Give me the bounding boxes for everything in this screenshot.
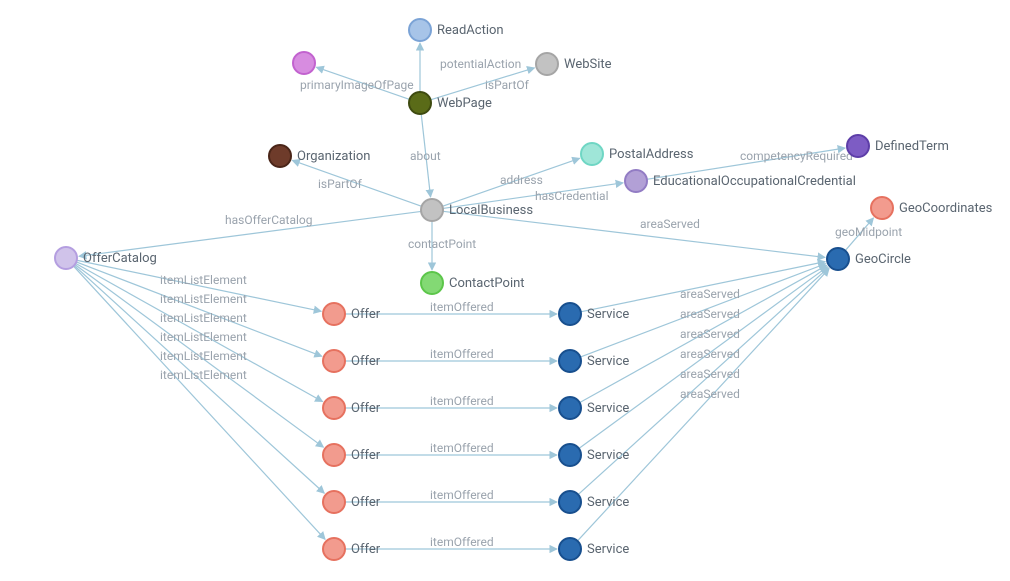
node-label-Offer1: Offer	[351, 307, 381, 322]
node-GeoCoordinates[interactable]	[871, 197, 893, 219]
edge-itemListElement	[73, 266, 325, 539]
edge-label: isPartOf	[485, 78, 530, 92]
node-label-OfferCatalog: OfferCatalog	[83, 251, 157, 266]
node-label-Service5: Service	[587, 495, 629, 510]
edge-label: hasCredential	[535, 189, 609, 203]
node-label-Service1: Service	[587, 307, 629, 322]
edge-label: itemOffered	[430, 300, 494, 314]
node-label-Offer3: Offer	[351, 401, 381, 416]
node-label-Service6: Service	[587, 542, 629, 557]
edge-label: address	[500, 173, 543, 187]
edge-label: isPartOf	[318, 177, 363, 191]
edge-label: areaServed	[640, 217, 700, 231]
node-EduCred[interactable]	[625, 170, 647, 192]
edge-label: areaServed	[680, 387, 740, 401]
edge-label: itemListElement	[160, 349, 247, 363]
node-Service1[interactable]	[559, 303, 581, 325]
node-Service5[interactable]	[559, 491, 581, 513]
node-label-GeoCoordinates: GeoCoordinates	[899, 201, 993, 216]
edge-label: about	[410, 149, 441, 163]
node-DefinedTerm[interactable]	[847, 135, 869, 157]
node-label-DefinedTerm: DefinedTerm	[875, 139, 949, 154]
edge-label: hasOfferCatalog	[225, 213, 313, 227]
edge-label: areaServed	[680, 367, 740, 381]
node-Service4[interactable]	[559, 444, 581, 466]
node-ContactPoint[interactable]	[421, 272, 443, 294]
node-label-PostalAddress: PostalAddress	[609, 147, 694, 162]
edge-label: primaryImageOfPage	[300, 78, 414, 92]
edge-label: itemListElement	[160, 368, 247, 382]
node-Service6[interactable]	[559, 538, 581, 560]
node-PostalAddress[interactable]	[581, 143, 603, 165]
edge-areaServed	[443, 211, 825, 257]
edge-label: itemListElement	[160, 330, 247, 344]
node-Offer2[interactable]	[323, 350, 345, 372]
node-Service2[interactable]	[559, 350, 581, 372]
node-label-Offer2: Offer	[351, 354, 381, 369]
node-Organization[interactable]	[269, 145, 291, 167]
edge-label: itemOffered	[430, 535, 494, 549]
node-label-ContactPoint: ContactPoint	[449, 276, 525, 291]
node-primaryImage[interactable]	[293, 52, 315, 74]
node-Service3[interactable]	[559, 397, 581, 419]
node-ReadAction[interactable]	[409, 19, 431, 41]
edge-label: areaServed	[680, 307, 740, 321]
edge-label: itemOffered	[430, 441, 494, 455]
edge-label: itemListElement	[160, 292, 247, 306]
node-Offer6[interactable]	[323, 538, 345, 560]
node-Offer4[interactable]	[323, 444, 345, 466]
node-label-Offer4: Offer	[351, 448, 381, 463]
node-label-Offer5: Offer	[351, 495, 381, 510]
node-label-ReadAction: ReadAction	[437, 23, 504, 38]
edge-label: areaServed	[680, 327, 740, 341]
edge-label: itemOffered	[430, 347, 494, 361]
node-label-GeoCircle: GeoCircle	[855, 252, 911, 267]
node-LocalBusiness[interactable]	[421, 199, 443, 221]
node-label-Organization: Organization	[297, 149, 370, 164]
node-Offer1[interactable]	[323, 303, 345, 325]
node-label-Service3: Service	[587, 401, 629, 416]
graph-canvas[interactable]: potentialAction primaryImageOfPage isPartO…	[0, 0, 1010, 581]
node-WebPage[interactable]	[409, 92, 431, 114]
edge-label: contactPoint	[408, 237, 476, 251]
node-label-Offer6: Offer	[351, 542, 381, 557]
edge-label: areaServed	[680, 287, 740, 301]
edge-label: itemOffered	[430, 394, 494, 408]
edge-label: potentialAction	[440, 57, 521, 71]
node-Offer5[interactable]	[323, 491, 345, 513]
node-label-Service4: Service	[587, 448, 629, 463]
node-label-WebPage: WebPage	[437, 96, 492, 111]
edge-label: itemOffered	[430, 488, 494, 502]
node-label-LocalBusiness: LocalBusiness	[449, 203, 533, 218]
node-label-WebSite: WebSite	[564, 57, 612, 72]
edge-label: itemListElement	[160, 311, 247, 325]
edge-label: areaServed	[680, 347, 740, 361]
node-WebSite[interactable]	[536, 53, 558, 75]
node-OfferCatalog[interactable]	[55, 247, 77, 269]
edge-label: itemListElement	[160, 273, 247, 287]
node-label-Service2: Service	[587, 354, 629, 369]
edge-label: geoMidpoint	[835, 225, 902, 239]
node-GeoCircle[interactable]	[827, 248, 849, 270]
edge-label: competencyRequired	[740, 149, 853, 163]
node-label-EduCred: EducationalOccupationalCredential	[653, 174, 856, 189]
node-Offer3[interactable]	[323, 397, 345, 419]
